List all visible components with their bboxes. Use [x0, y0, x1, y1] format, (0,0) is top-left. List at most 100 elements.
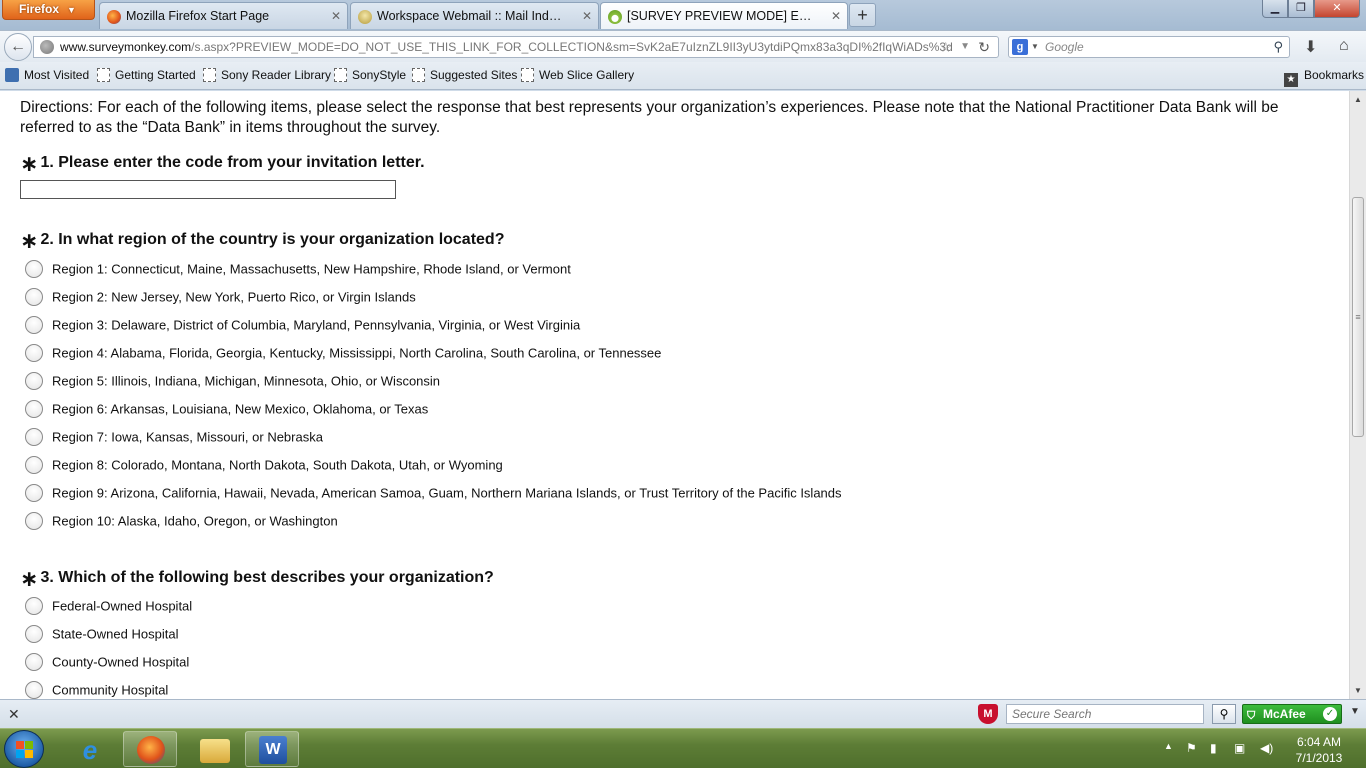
option-label: Region 8: Colorado, Montana, North Dakot…: [52, 457, 503, 473]
org-option-federal[interactable]: Federal-Owned Hospital: [25, 597, 192, 617]
bookmark-web-slice-gallery[interactable]: Web Slice Gallery: [521, 68, 634, 82]
region-option-4[interactable]: Region 4: Alabama, Florida, Georgia, Ken…: [25, 344, 661, 364]
reload-icon[interactable]: ↻: [978, 37, 990, 57]
radio-button[interactable]: [25, 512, 43, 530]
region-option-5[interactable]: Region 5: Illinois, Indiana, Michigan, M…: [25, 372, 440, 392]
bookmark-most-visited[interactable]: Most Visited: [5, 68, 89, 82]
region-option-9[interactable]: Region 9: Arizona, California, Hawaii, N…: [25, 484, 842, 504]
region-option-2[interactable]: Region 2: New Jersey, New York, Puerto R…: [25, 288, 416, 308]
secure-search-input[interactable]: [1006, 704, 1204, 724]
show-hidden-icons-icon[interactable]: ▲: [1164, 741, 1173, 751]
bookmark-suggested-sites[interactable]: Suggested Sites: [412, 68, 517, 82]
clock-time: 6:04 AM: [1296, 735, 1342, 749]
radio-button[interactable]: [25, 456, 43, 474]
close-window-button[interactable]: ✕: [1314, 0, 1360, 18]
region-option-10[interactable]: Region 10: Alaska, Idaho, Oregon, or Was…: [25, 512, 338, 532]
scroll-down-icon[interactable]: ▼: [1350, 682, 1366, 699]
secure-search-button[interactable]: ⚲: [1212, 704, 1236, 724]
option-label: Federal-Owned Hospital: [52, 598, 193, 614]
region-option-8[interactable]: Region 8: Colorado, Montana, North Dakot…: [25, 456, 503, 476]
page-content: Directions: For each of the following it…: [0, 91, 1349, 699]
windows-logo-icon: [16, 741, 34, 759]
folder-icon: [200, 739, 230, 763]
google-icon: g: [1012, 39, 1028, 55]
radio-button[interactable]: [25, 372, 43, 390]
scroll-up-icon[interactable]: ▲: [1350, 91, 1366, 108]
radio-button[interactable]: [25, 597, 43, 615]
new-tab-button[interactable]: +: [849, 3, 876, 27]
search-icon: ⚲: [1219, 707, 1229, 721]
download-icon[interactable]: ⬇: [1304, 37, 1317, 57]
radio-button[interactable]: [25, 344, 43, 362]
radio-button[interactable]: [25, 260, 43, 278]
minimize-icon: ▁: [1270, 2, 1280, 14]
minimize-button[interactable]: ▁: [1262, 0, 1288, 18]
maximize-button[interactable]: ❐: [1288, 0, 1314, 18]
radio-button[interactable]: [25, 316, 43, 334]
bookmark-star-icon[interactable]: ☆: [939, 37, 952, 57]
radio-button[interactable]: [25, 625, 43, 643]
region-option-1[interactable]: Region 1: Connecticut, Maine, Massachuse…: [25, 260, 571, 280]
network-icon[interactable]: ▣: [1234, 741, 1245, 755]
radio-button[interactable]: [25, 484, 43, 502]
bookmark-sony-reader-library[interactable]: Sony Reader Library: [203, 68, 331, 82]
region-option-6[interactable]: Region 6: Arkansas, Louisiana, New Mexic…: [25, 400, 428, 420]
bookmarks-menu-button[interactable]: ★ Bookmarks: [1284, 68, 1364, 87]
back-button[interactable]: ←: [4, 33, 32, 61]
url-bar[interactable]: www.surveymonkey.com/s.aspx?PREVIEW_MODE…: [33, 36, 999, 58]
firefox-menu-button[interactable]: Firefox ▼: [2, 0, 95, 20]
close-addon-bar-icon[interactable]: ✕: [8, 706, 20, 723]
tab-close-icon[interactable]: ✕: [331, 9, 341, 23]
firefox-icon: [137, 736, 165, 764]
taskbar-word[interactable]: W: [245, 731, 299, 767]
scrollbar-thumb[interactable]: ≡: [1352, 197, 1364, 437]
search-engine-dropdown-icon[interactable]: ▼: [1031, 37, 1039, 57]
bookmark-getting-started[interactable]: Getting Started: [97, 68, 196, 82]
search-icon[interactable]: ⚲: [1273, 37, 1283, 57]
home-icon[interactable]: ⌂: [1339, 37, 1349, 55]
start-button[interactable]: [4, 730, 44, 768]
mcafee-siteadvisor-button[interactable]: ⛉ McAfee ✓: [1242, 704, 1342, 724]
radio-button[interactable]: [25, 400, 43, 418]
mcafee-logo-icon: ⛉: [1247, 710, 1256, 722]
option-label: Region 3: Delaware, District of Columbia…: [52, 317, 581, 333]
bookmarks-bar: Most Visited Getting Started Sony Reader…: [0, 62, 1366, 90]
option-label: Region 10: Alaska, Idaho, Oregon, or Was…: [52, 513, 338, 529]
taskbar-internet-explorer[interactable]: e: [62, 731, 116, 767]
region-option-7[interactable]: Region 7: Iowa, Kansas, Missouri, or Neb…: [25, 428, 323, 448]
volume-icon[interactable]: ◀): [1260, 741, 1273, 755]
taskbar-firefox[interactable]: [123, 731, 177, 767]
vertical-scrollbar[interactable]: ▲ ≡ ▼: [1349, 91, 1366, 699]
taskbar-file-explorer[interactable]: [186, 731, 240, 767]
radio-button[interactable]: [25, 681, 43, 699]
mcafee-dropdown-icon[interactable]: ▼: [1350, 706, 1360, 717]
action-center-flag-icon[interactable]: ⚑: [1186, 741, 1197, 755]
system-clock[interactable]: 6:04 AM 7/1/2013: [1284, 734, 1354, 766]
org-option-county[interactable]: County-Owned Hospital: [25, 653, 189, 673]
mcafee-label: McAfee: [1263, 707, 1306, 721]
bookmark-sonystyle[interactable]: SonyStyle: [334, 68, 406, 82]
mcafee-shield-icon[interactable]: M: [978, 704, 998, 724]
region-option-3[interactable]: Region 3: Delaware, District of Columbia…: [25, 316, 580, 336]
radio-button[interactable]: [25, 653, 43, 671]
tab-close-icon[interactable]: ✕: [582, 9, 592, 23]
clock-date: 7/1/2013: [1295, 751, 1343, 765]
url-history-dropdown-icon[interactable]: ▼: [960, 37, 970, 57]
org-option-state[interactable]: State-Owned Hospital: [25, 625, 178, 645]
word-icon: W: [259, 736, 287, 764]
plus-icon: +: [857, 5, 868, 25]
device-icon[interactable]: ▮: [1210, 741, 1217, 755]
tab-survey-preview[interactable]: [SURVEY PREVIEW MODE] Entity Surv... ✕: [600, 2, 848, 29]
bookmark-label: Most Visited: [24, 68, 90, 82]
bookmarks-star-icon: ★: [1284, 73, 1298, 87]
org-option-community[interactable]: Community Hospital: [25, 681, 168, 699]
search-bar[interactable]: g ▼ Google ⚲: [1008, 36, 1290, 58]
tab-close-icon[interactable]: ✕: [831, 9, 841, 23]
question-text: 3. Which of the following best describes…: [40, 569, 494, 586]
tab-webmail[interactable]: Workspace Webmail :: Mail Index :: Se...…: [350, 2, 599, 29]
option-label: Region 1: Connecticut, Maine, Massachuse…: [52, 261, 571, 277]
radio-button[interactable]: [25, 428, 43, 446]
tab-firefox-start[interactable]: Mozilla Firefox Start Page ✕: [99, 2, 348, 29]
radio-button[interactable]: [25, 288, 43, 306]
invitation-code-input[interactable]: [20, 180, 396, 199]
